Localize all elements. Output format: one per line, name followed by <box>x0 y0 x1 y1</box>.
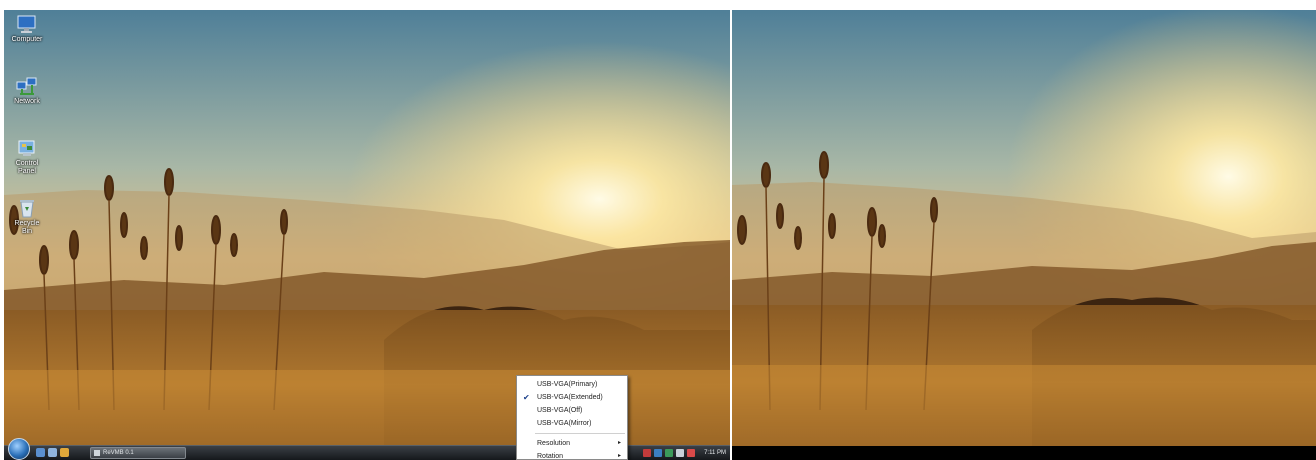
desktop-wallpaper <box>732 10 1316 460</box>
menu-item-usb-vga-mirror[interactable]: USB-VGA(Mirror) <box>517 417 627 430</box>
security-tray-icon[interactable] <box>665 449 674 457</box>
desktop-icon-computer[interactable]: Computer <box>10 14 44 44</box>
system-tray: 7:11 PM <box>643 447 726 459</box>
network-icon <box>16 77 37 95</box>
taskbar-window-label: ReVMB 0.1 <box>103 450 134 456</box>
desktop-icon-label: Control Panel <box>15 160 39 175</box>
desktop-icon-control-panel[interactable]: Control Panel <box>10 138 44 176</box>
menu-item-label: Rotation <box>537 453 564 460</box>
usb-vga-context-menu: USB-VGA(Primary) ✔ USB-VGA(Extended) USB… <box>516 375 628 460</box>
menu-item-usb-vga-extended[interactable]: ✔ USB-VGA(Extended) <box>517 391 627 404</box>
start-button[interactable] <box>8 438 30 460</box>
menu-item-label: USB-VGA(Mirror) <box>537 420 592 427</box>
browser-icon[interactable] <box>60 448 69 457</box>
menu-item-usb-vga-off[interactable]: USB-VGA(Off) <box>517 404 627 417</box>
desktop-icon-label: Recycle Bin <box>14 220 40 235</box>
menu-item-rotation[interactable]: Rotation ▸ <box>517 450 627 460</box>
show-desktop-icon[interactable] <box>36 448 45 457</box>
checkmark-icon: ✔ <box>523 393 530 402</box>
dual-monitor-screenshot: Computer Network Control Panel Recycle B… <box>0 0 1316 460</box>
extended-monitor-bottom-bar <box>732 446 1316 460</box>
power-icon[interactable] <box>687 449 696 457</box>
taskbar-window-button[interactable]: ReVMB 0.1 <box>90 447 186 459</box>
clock[interactable]: 7:11 PM <box>704 450 726 456</box>
desktop-icon-label: Network <box>14 98 40 105</box>
menu-item-label: USB-VGA(Off) <box>537 407 583 414</box>
extended-monitor <box>732 10 1316 460</box>
usb-vga-tray-icon[interactable] <box>643 449 652 457</box>
menu-separator <box>535 433 625 434</box>
menu-item-label: USB-VGA(Primary) <box>537 381 598 388</box>
recycle-bin-icon <box>20 200 34 218</box>
desktop-icon-label: Computer <box>11 36 43 43</box>
submenu-arrow-icon: ▸ <box>617 453 621 459</box>
computer-icon <box>17 15 36 33</box>
control-panel-icon <box>18 140 35 156</box>
menu-item-resolution[interactable]: Resolution ▸ <box>517 437 627 450</box>
submenu-arrow-icon: ▸ <box>617 440 621 446</box>
desktop-icon-recycle-bin[interactable]: Recycle Bin <box>10 198 44 236</box>
window-icon <box>94 450 100 456</box>
menu-item-label: USB-VGA(Extended) <box>537 394 603 401</box>
network-tray-icon[interactable] <box>654 449 663 457</box>
switch-windows-icon[interactable] <box>48 448 57 457</box>
menu-item-usb-vga-primary[interactable]: USB-VGA(Primary) <box>517 378 627 391</box>
volume-icon[interactable] <box>676 449 685 457</box>
menu-item-label: Resolution <box>537 440 571 447</box>
quick-launch-toolbar <box>36 448 69 457</box>
desktop-icon-network[interactable]: Network <box>10 76 44 106</box>
